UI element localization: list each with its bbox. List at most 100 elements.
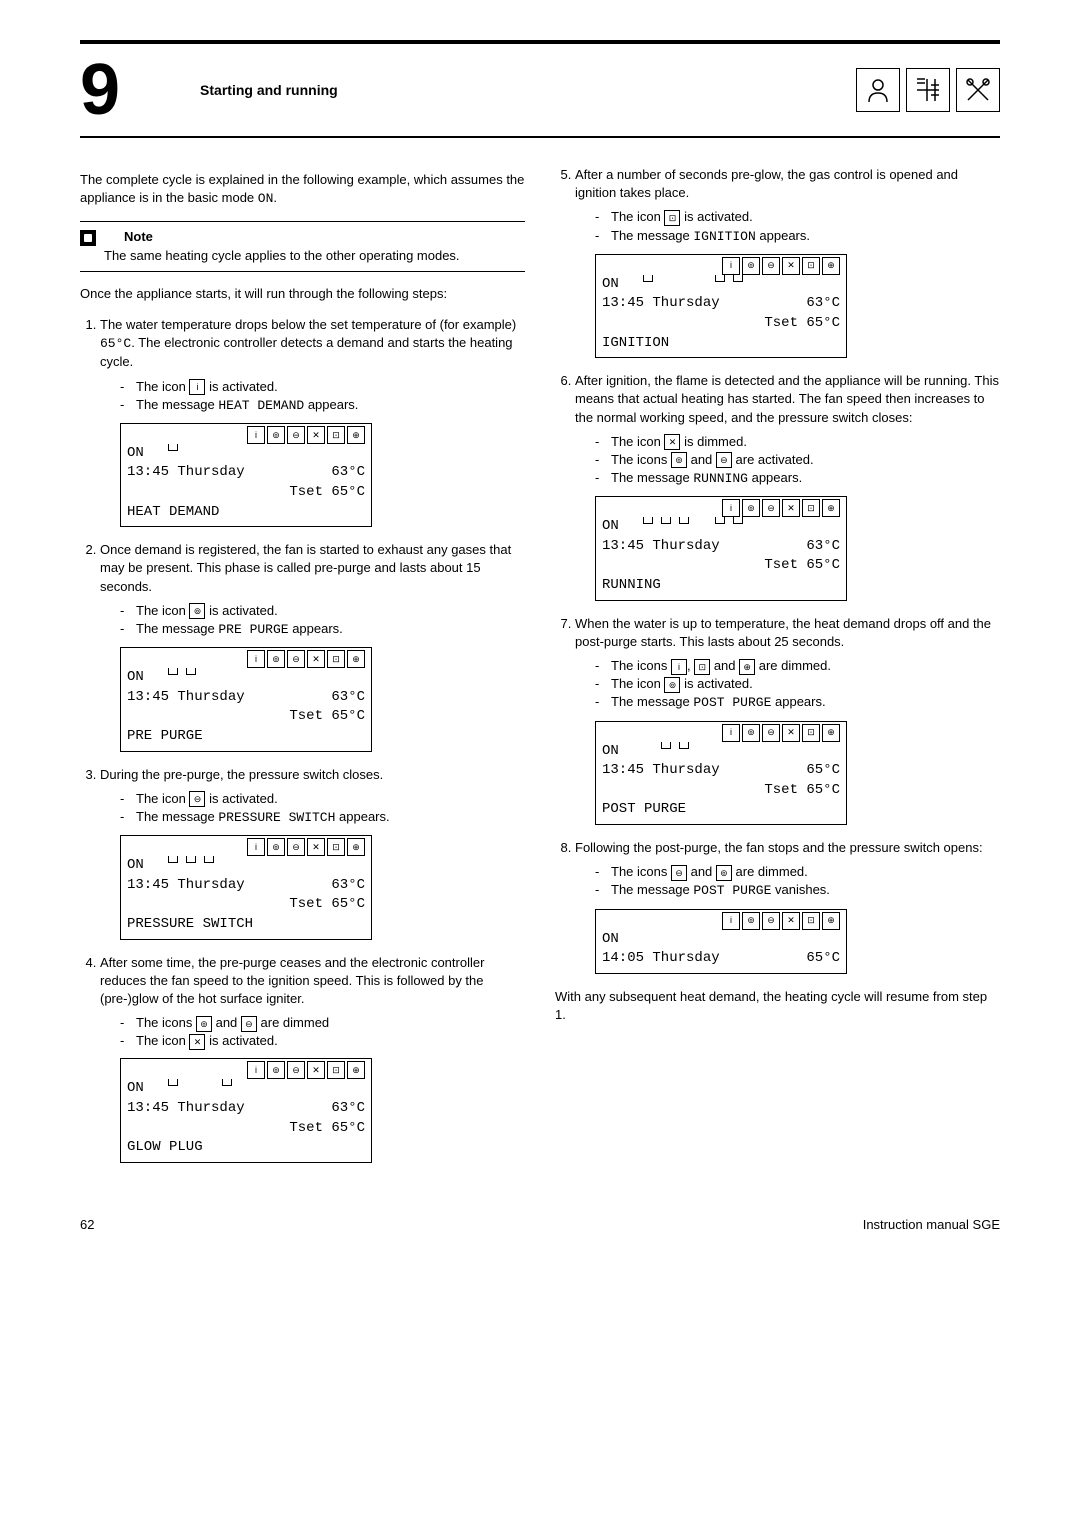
status-icon: i — [671, 659, 687, 675]
indicator — [694, 517, 710, 527]
display-icon: ⊖ — [762, 724, 780, 742]
display-icon: ⊚ — [267, 650, 285, 668]
lcd-display: i⊚⊖✕⊡⊕ ON 13:45 Thursday63°C Tset 65°C I… — [595, 254, 847, 358]
status-icon: ⊚ — [664, 677, 680, 693]
indicator — [237, 444, 253, 454]
display-icon: i — [247, 650, 265, 668]
indicator — [165, 668, 181, 678]
status-icon: ⊚ — [716, 865, 732, 881]
list-item: The icons ⊖ and ⊚ are dimmed. — [595, 863, 1000, 881]
display-icon: ⊕ — [822, 912, 840, 930]
indicator — [694, 275, 710, 285]
indicator — [183, 856, 199, 866]
display-icon: ⊡ — [802, 499, 820, 517]
indicator — [694, 742, 710, 752]
display-icon: ⊡ — [802, 257, 820, 275]
list-item: The icon ⊚ is activated. — [120, 602, 525, 620]
indicator — [730, 930, 746, 940]
indicator — [201, 856, 217, 866]
list-item: The icon ⊚ is activated. — [595, 675, 1000, 693]
indicator — [640, 275, 656, 285]
indicator — [676, 930, 692, 940]
indicator — [640, 930, 656, 940]
list-item: The message PRESSURE SWITCH appears. — [120, 808, 525, 827]
page-header: 9 Starting and running — [80, 54, 1000, 138]
display-icon: ✕ — [782, 724, 800, 742]
indicator — [658, 930, 674, 940]
status-icon: ⊡ — [664, 210, 680, 226]
list-item: The message PRE PURGE appears. — [120, 620, 525, 639]
indicator — [219, 856, 235, 866]
display-icon: ✕ — [307, 1061, 325, 1079]
display-icon: ⊖ — [762, 912, 780, 930]
indicator — [676, 275, 692, 285]
display-icon: ⊕ — [347, 650, 365, 668]
display-icon: ⊚ — [742, 499, 760, 517]
indicator — [165, 444, 181, 454]
chapter-title: Starting and running — [140, 82, 856, 98]
step: After ignition, the flame is detected an… — [575, 372, 1000, 488]
display-icon: ✕ — [782, 257, 800, 275]
status-icon: ⊖ — [189, 791, 205, 807]
step: After a number of seconds pre-glow, the … — [575, 166, 1000, 246]
list-item: The icon ⊖ is activated. — [120, 790, 525, 808]
indicator — [165, 856, 181, 866]
display-icon: ⊡ — [802, 724, 820, 742]
display-icon: i — [247, 838, 265, 856]
display-icon: ⊖ — [762, 499, 780, 517]
step: Once demand is registered, the fan is st… — [100, 541, 525, 639]
display-icon: ⊡ — [327, 1061, 345, 1079]
step: The water temperature drops below the se… — [100, 316, 525, 415]
display-icon: ⊖ — [287, 838, 305, 856]
display-icon: ⊚ — [267, 426, 285, 444]
lcd-display: i⊚⊖✕⊡⊕ ON 13:45 Thursday63°C Tset 65°C G… — [120, 1058, 372, 1162]
display-icon: ⊚ — [267, 1061, 285, 1079]
display-icon: ✕ — [307, 650, 325, 668]
indicator — [730, 517, 746, 527]
step: During the pre-purge, the pressure switc… — [100, 766, 525, 828]
lcd-display: i⊚⊖✕⊡⊕ ON 13:45 Thursday63°C Tset 65°C P… — [120, 835, 372, 939]
indicator — [183, 1079, 199, 1089]
indicator — [219, 668, 235, 678]
indicator — [640, 742, 656, 752]
display-icon: i — [722, 499, 740, 517]
status-icon: ⊚ — [671, 452, 687, 468]
display-icon: i — [722, 724, 740, 742]
status-icon: ⊖ — [716, 452, 732, 468]
indicator — [201, 668, 217, 678]
display-icon: ⊚ — [267, 838, 285, 856]
outro-text: With any subsequent heat demand, the hea… — [555, 988, 1000, 1024]
display-icon: ⊕ — [347, 1061, 365, 1079]
list-item: The icons ⊚ and ⊖ are activated. — [595, 451, 1000, 469]
status-icon: i — [189, 379, 205, 395]
list-item: The message RUNNING appears. — [595, 469, 1000, 488]
list-item: The message IGNITION appears. — [595, 227, 1000, 246]
indicator — [640, 517, 656, 527]
indicator — [712, 275, 728, 285]
indicator — [219, 1079, 235, 1089]
list-item: The message POST PURGE vanishes. — [595, 881, 1000, 900]
display-icon: ⊡ — [327, 650, 345, 668]
indicator — [255, 856, 271, 866]
indicator — [183, 444, 199, 454]
indicator — [237, 668, 253, 678]
display-icon: i — [722, 912, 740, 930]
note-icon — [80, 230, 96, 246]
indicator — [201, 444, 217, 454]
status-icon: ⊚ — [189, 603, 205, 619]
step: Following the post-purge, the fan stops … — [575, 839, 1000, 901]
status-icon: ⊚ — [196, 1016, 212, 1032]
status-icon: ⊕ — [739, 659, 755, 675]
display-icon: i — [722, 257, 740, 275]
tools-icon — [956, 68, 1000, 112]
display-icon: ⊡ — [802, 912, 820, 930]
status-icon: ⊖ — [671, 865, 687, 881]
indicator — [237, 1079, 253, 1089]
indicator — [255, 1079, 271, 1089]
list-item: The icon ⊡ is activated. — [595, 208, 1000, 226]
list-item: The icon ✕ is dimmed. — [595, 433, 1000, 451]
indicator — [712, 930, 728, 940]
note-block: Note The same heating cycle applies to t… — [80, 221, 525, 271]
display-icon: ✕ — [307, 838, 325, 856]
display-icon: ✕ — [782, 912, 800, 930]
